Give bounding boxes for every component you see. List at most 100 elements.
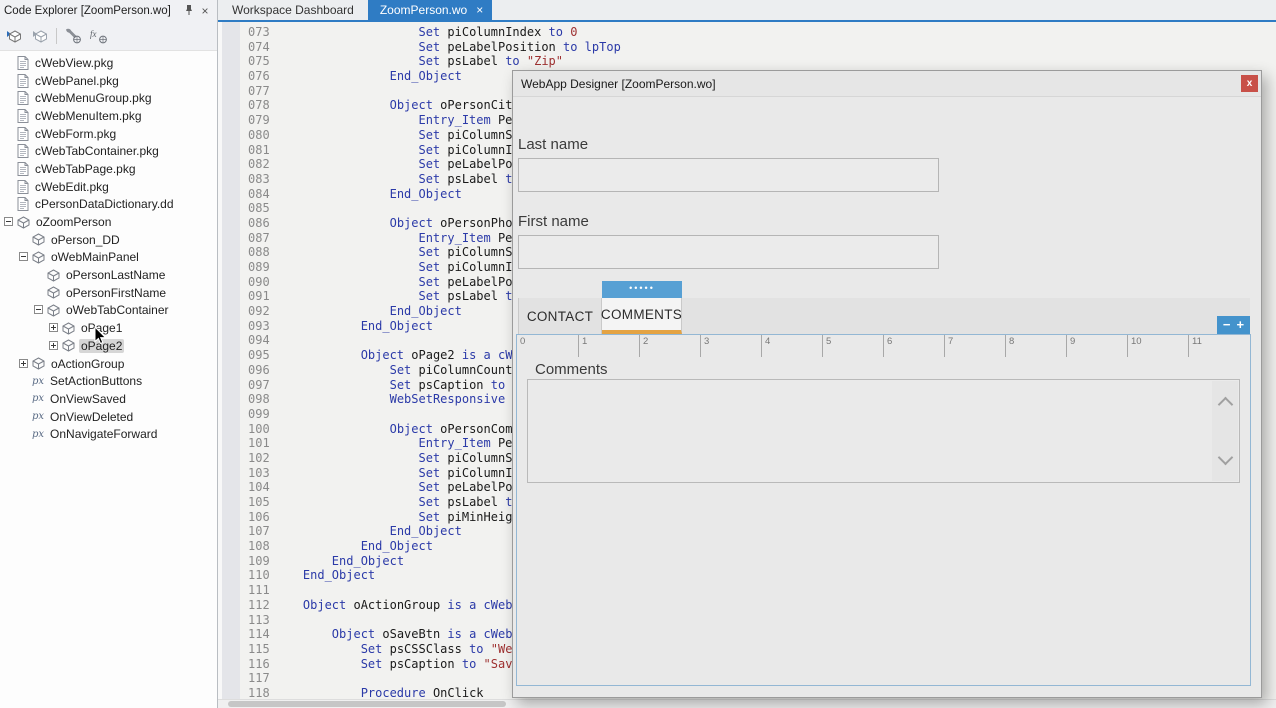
ruler-column-11: 11: [1188, 335, 1249, 357]
code-line: 074Set peLabelPosition to lpTop: [218, 40, 1276, 55]
tree-item-cWebView.pkg[interactable]: cWebView.pkg: [0, 54, 217, 72]
code-text: Set psLabel t: [274, 495, 512, 509]
tree-item-oWebTabContainer[interactable]: oWebTabContainer: [0, 302, 217, 320]
tree-item-SetActionButtons[interactable]: pxSetActionButtons: [0, 372, 217, 390]
editor-tab-zoomperson.wo[interactable]: ZoomPerson.wo×: [368, 0, 492, 20]
selection-drag-handle[interactable]: •••••: [602, 281, 682, 298]
line-number: 106: [248, 510, 272, 525]
expander-minus-icon[interactable]: [34, 303, 43, 317]
tree-item-cWebPanel.pkg[interactable]: cWebPanel.pkg: [0, 72, 217, 90]
editor-tab-workspace-dashboard[interactable]: Workspace Dashboard: [218, 0, 368, 20]
expander-plus-icon[interactable]: [19, 357, 28, 371]
field-input[interactable]: [518, 235, 939, 269]
tree-item-label: oPerson_DD: [49, 233, 122, 247]
tree-item-oActionGroup[interactable]: oActionGroup: [0, 355, 217, 373]
expander-plus-icon[interactable]: [49, 339, 58, 353]
object-cube-icon: [62, 322, 75, 335]
tab-page-content: 01234567891011 Comments: [516, 334, 1251, 686]
code-text: Set piColumnI: [274, 143, 512, 157]
line-number: 102: [248, 451, 272, 466]
line-number: 085: [248, 201, 272, 216]
ruler-column-9: 9: [1066, 335, 1127, 357]
tab-close-icon[interactable]: ×: [476, 0, 483, 20]
pin-icon[interactable]: [181, 4, 197, 19]
line-number: 113: [248, 613, 272, 628]
tree-item-cWebMenuItem.pkg[interactable]: cWebMenuItem.pkg: [0, 107, 217, 125]
horizontal-scrollbar-thumb[interactable]: [228, 701, 506, 707]
line-number: 101: [248, 436, 272, 451]
tree-item-oPage2[interactable]: oPage2: [0, 337, 217, 355]
code-text: Entry_Item Pe: [274, 436, 512, 450]
zoom-in-button[interactable]: +: [1237, 316, 1245, 334]
tree-item-label: oPersonLastName: [64, 268, 167, 282]
code-explorer-title: Code Explorer [ZoomPerson.wo]: [4, 5, 181, 17]
tree-item-OnNavigateForward[interactable]: pxOnNavigateForward: [0, 425, 217, 443]
scroll-up-icon[interactable]: [1218, 397, 1234, 413]
tree-item-oPersonFirstName[interactable]: oPersonFirstName: [0, 284, 217, 302]
code-text: Set peLabelPo: [274, 275, 512, 289]
line-number: 080: [248, 128, 272, 143]
tree-item-oZoomPerson[interactable]: oZoomPerson: [0, 213, 217, 231]
designer-tab-comments[interactable]: COMMENTS: [602, 298, 682, 334]
code-explorer-header: Code Explorer [ZoomPerson.wo] ×: [0, 0, 217, 22]
textarea-scrollbar[interactable]: [1212, 381, 1238, 481]
designer-title-bar[interactable]: WebApp Designer [ZoomPerson.wo] x: [513, 71, 1261, 97]
sync-to-code-icon[interactable]: [4, 27, 24, 45]
code-text: Set psCaption to: [274, 378, 505, 392]
line-number: 107: [248, 524, 272, 539]
tree-item-cWebEdit.pkg[interactable]: cWebEdit.pkg: [0, 178, 217, 196]
code-text: End_Object: [274, 69, 462, 83]
designer-close-button[interactable]: x: [1241, 75, 1258, 92]
line-number: 092: [248, 304, 272, 319]
tree-item-cPersonDataDictionary.dd[interactable]: cPersonDataDictionary.dd: [0, 196, 217, 214]
line-number: 112: [248, 598, 272, 613]
web-property-tool-icon[interactable]: [63, 27, 83, 45]
tree-item-label: cWebMenuItem.pkg: [33, 109, 144, 123]
procedure-icon: px: [32, 429, 44, 440]
tree-item-cWebTabPage.pkg[interactable]: cWebTabPage.pkg: [0, 160, 217, 178]
webapp-designer-window: WebApp Designer [ZoomPerson.wo] x Last n…: [512, 70, 1262, 698]
code-text: Object oActionGroup is a cWeb: [274, 598, 512, 612]
line-number: 091: [248, 289, 272, 304]
code-text: Set piColumnI: [274, 466, 512, 480]
sync-from-code-icon[interactable]: [30, 27, 50, 45]
svg-text:fx: fx: [90, 29, 97, 39]
ruler-column-10: 10: [1127, 335, 1188, 357]
editor-tab-bar: Workspace Dashboard ZoomPerson.wo×: [218, 0, 1276, 22]
dataflex-studio-window: Code Explorer [ZoomPerson.wo] × fx cWebV…: [0, 0, 1276, 708]
form-field-first-name: First name: [518, 213, 939, 269]
line-number: 093: [248, 319, 272, 334]
designer-tab-contact[interactable]: CONTACT: [518, 298, 602, 334]
line-number: 077: [248, 84, 272, 99]
tree-item-oPersonLastName[interactable]: oPersonLastName: [0, 266, 217, 284]
ruler-column-8: 8: [1005, 335, 1066, 357]
expander-minus-icon[interactable]: [19, 250, 28, 264]
line-number: 097: [248, 378, 272, 393]
scroll-down-icon[interactable]: [1218, 450, 1234, 466]
tree-item-cWebMenuGroup.pkg[interactable]: cWebMenuGroup.pkg: [0, 89, 217, 107]
web-function-tool-icon[interactable]: fx: [89, 27, 109, 45]
expander-plus-icon[interactable]: [49, 321, 58, 335]
comments-textarea[interactable]: [527, 379, 1240, 483]
code-explorer-tree: cWebView.pkgcWebPanel.pkgcWebMenuGroup.p…: [0, 50, 217, 708]
zoom-out-button[interactable]: −: [1223, 316, 1231, 334]
tree-item-OnViewSaved[interactable]: pxOnViewSaved: [0, 390, 217, 408]
tree-item-oWebMainPanel[interactable]: oWebMainPanel: [0, 249, 217, 267]
panel-close-button[interactable]: ×: [197, 4, 213, 18]
tree-item-oPage1[interactable]: oPage1: [0, 319, 217, 337]
line-number: 096: [248, 363, 272, 378]
tree-item-cWebTabContainer.pkg[interactable]: cWebTabContainer.pkg: [0, 142, 217, 160]
tree-item-cWebForm.pkg[interactable]: cWebForm.pkg: [0, 125, 217, 143]
horizontal-scrollbar[interactable]: [218, 699, 1276, 708]
editor-tab-label: Workspace Dashboard: [232, 3, 354, 17]
code-text: Set piColumnS: [274, 245, 512, 259]
line-number: 075: [248, 54, 272, 69]
designer-canvas: Last nameFirst name ••••• CONTACTCOMMENT…: [513, 96, 1261, 697]
package-file-icon: [17, 74, 29, 88]
column-zoom-control[interactable]: − +: [1217, 316, 1250, 334]
tree-item-oPerson_DD[interactable]: oPerson_DD: [0, 231, 217, 249]
expander-minus-icon[interactable]: [4, 215, 13, 229]
field-input[interactable]: [518, 158, 939, 192]
line-number: 086: [248, 216, 272, 231]
tree-item-OnViewDeleted[interactable]: pxOnViewDeleted: [0, 408, 217, 426]
